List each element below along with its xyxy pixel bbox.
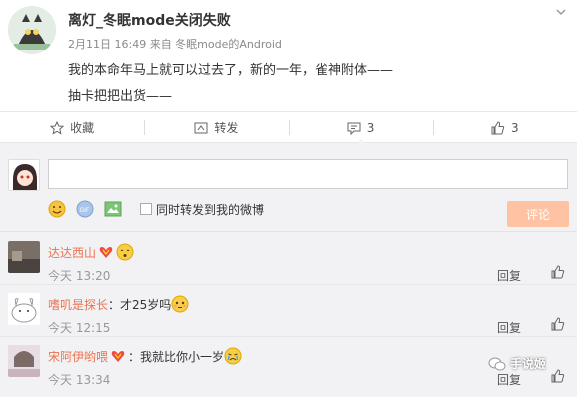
- wechat-logo-icon: [488, 356, 506, 372]
- post-author-avatar[interactable]: [8, 6, 56, 54]
- vip-badge-icon: [110, 349, 126, 363]
- svg-text:GIF: GIF: [80, 207, 90, 214]
- reply-button[interactable]: 回复: [497, 267, 521, 284]
- comment-count: 3: [366, 120, 375, 135]
- forward-checkbox[interactable]: [140, 203, 152, 215]
- post-body: 我的本命年马上就可以过去了，新的一年，雀神附体—— 抽卡把把出货——: [68, 58, 548, 110]
- flushed-face-icon: [171, 295, 189, 313]
- favorite-label: 收藏: [70, 121, 95, 135]
- comment-input[interactable]: [48, 159, 568, 189]
- commenter-avatar[interactable]: [8, 241, 40, 273]
- comment-item: 嗜叽是探长 ：才25岁吗 今天 12:15 回复: [0, 293, 577, 345]
- compose-toolbar: GIF 同时转发到我的微博: [48, 199, 264, 219]
- reply-button[interactable]: 回复: [497, 319, 521, 336]
- submit-comment-button[interactable]: 评论: [507, 201, 569, 227]
- like-button[interactable]: 3: [432, 112, 577, 143]
- commenter-name[interactable]: 嗜叽是探长: [48, 296, 108, 313]
- commenter-name[interactable]: 宋阿伊哟喂: [48, 348, 108, 365]
- watermark-text: 手说姬: [510, 357, 547, 371]
- comment-text: ：才25岁吗: [108, 297, 172, 312]
- forward-button[interactable]: 转发: [144, 112, 288, 143]
- image-icon[interactable]: [104, 200, 122, 218]
- commenter-avatar[interactable]: [8, 345, 40, 377]
- comment-separator: [0, 336, 577, 337]
- comment-like-button[interactable]: [551, 265, 569, 279]
- comment-line: 嗜叽是探长 ：才25岁吗: [48, 295, 189, 313]
- comment-separator: [0, 284, 577, 285]
- commenter-avatar[interactable]: [8, 293, 40, 325]
- comment-section: GIF 同时转发到我的微博 评论 达达西山 今天 13:20 回复 嗜叽是探长 …: [0, 143, 577, 389]
- thumbs-up-icon: [551, 369, 565, 383]
- comment-line: 宋阿伊哟喂 ：我就比你小一岁: [48, 347, 242, 365]
- star-icon: [50, 120, 65, 135]
- weibo-post: 离灯_冬眠mode关闭失败 2月11日 16:49 来自 冬眠mode的Andr…: [0, 0, 577, 112]
- comment-text: ：我就比你小一岁: [128, 349, 225, 364]
- post-meta: 2月11日 16:49 来自 冬眠mode的Android: [68, 38, 282, 51]
- forward-checkbox-label: 同时转发到我的微博: [156, 202, 265, 217]
- comment-icon: [347, 121, 361, 135]
- favorite-button[interactable]: 收藏: [0, 112, 144, 143]
- comment-time: 今天 13:20: [48, 269, 111, 283]
- comment-like-button[interactable]: [551, 369, 569, 383]
- pensive-face-icon: [116, 243, 134, 261]
- comment-time: 今天 13:34: [48, 373, 111, 387]
- comment-like-button[interactable]: [551, 317, 569, 331]
- commenter-name[interactable]: 达达西山: [48, 244, 96, 261]
- comment-time: 今天 12:15: [48, 321, 111, 335]
- comment-item: 达达西山 今天 13:20 回复: [0, 241, 577, 293]
- current-user-avatar: [8, 159, 40, 191]
- watermark: 手说姬: [488, 355, 546, 372]
- divider: [0, 231, 577, 232]
- comment-line: 达达西山: [48, 243, 134, 261]
- forward-label: 转发: [214, 121, 239, 135]
- emoji-icon[interactable]: [48, 200, 66, 218]
- forward-icon: [194, 121, 208, 135]
- vip-badge-icon: [98, 245, 114, 259]
- gif-icon[interactable]: GIF: [76, 200, 94, 218]
- chevron-down-icon[interactable]: [555, 6, 567, 18]
- like-count: 3: [511, 120, 519, 135]
- thumbs-up-icon: [551, 317, 565, 331]
- crying-face-icon: [224, 347, 242, 365]
- thumbs-up-icon: [551, 265, 565, 279]
- post-body-line: 我的本命年马上就可以过去了，新的一年，雀神附体——: [68, 63, 394, 78]
- comment-button[interactable]: 3: [288, 112, 433, 144]
- post-author-name[interactable]: 离灯_冬眠mode关闭失败: [68, 10, 231, 30]
- post-body-line: 抽卡把把出货——: [68, 89, 173, 104]
- reply-button[interactable]: 回复: [497, 371, 521, 388]
- thumbs-up-icon: [491, 120, 505, 135]
- post-action-bar: 收藏 转发 3 3: [0, 112, 577, 144]
